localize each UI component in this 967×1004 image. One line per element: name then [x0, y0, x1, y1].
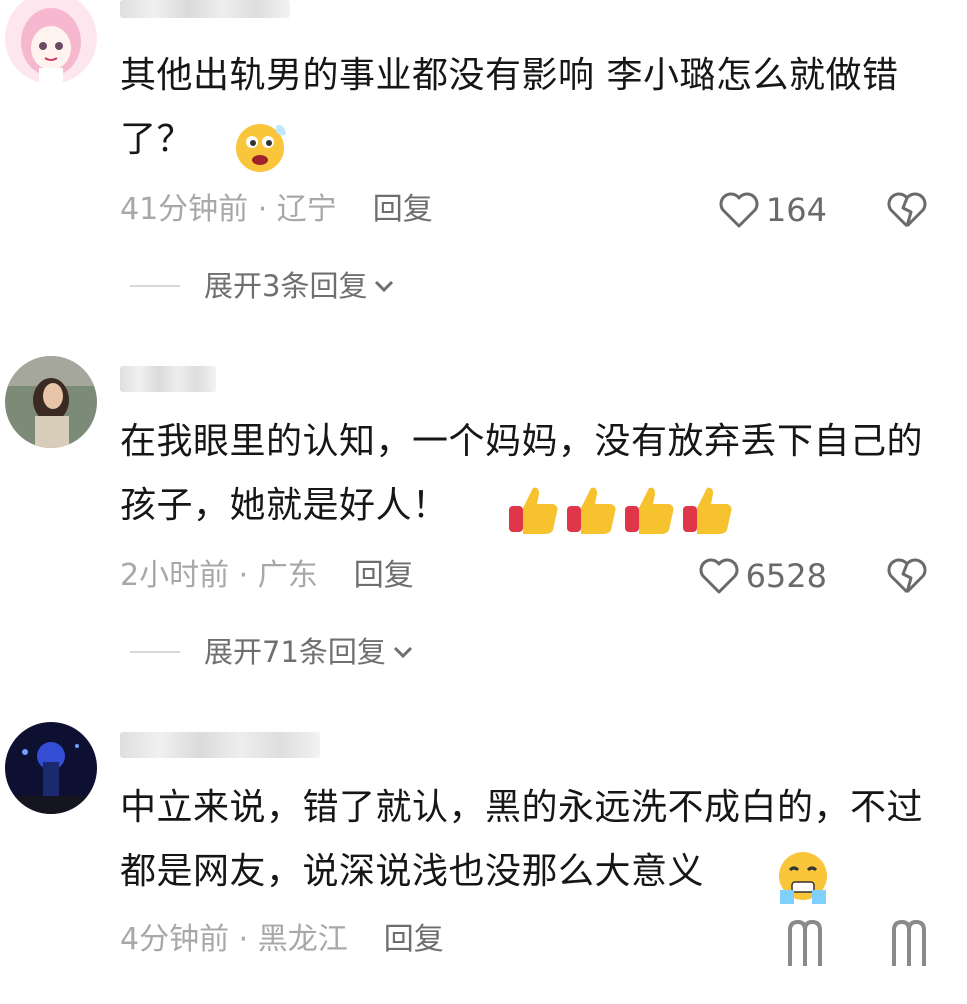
heart-icon [719, 192, 759, 228]
user-avatar[interactable] [5, 0, 97, 84]
user-avatar[interactable] [5, 356, 97, 448]
divider-line [130, 285, 180, 287]
username-blurred[interactable] [120, 366, 216, 392]
meta-separator: · [229, 558, 258, 593]
sweat-face-emoji-icon [232, 118, 294, 178]
thumbs-up-icon [509, 487, 558, 534]
like-button[interactable] [782, 918, 828, 968]
thumbs-up-icon [683, 487, 732, 534]
broken-heart-icon[interactable] [886, 556, 928, 596]
meta-separator: · [229, 922, 258, 957]
comment-location: 辽宁 [276, 192, 337, 227]
expand-replies-label: 展开71条回复 [204, 635, 386, 669]
heart-icon [788, 919, 822, 966]
expand-replies-button[interactable]: 展开3条回复 [130, 266, 397, 306]
comment-meta: 2小时前 · 广东 回复 [120, 556, 414, 596]
comment-time: 41分钟前 [120, 192, 249, 227]
expand-replies-button[interactable]: 展开71条回复 [130, 632, 416, 672]
thumbs-up-icon [567, 487, 616, 534]
comment-meta: 4分钟前 · 黑龙江 回复 [120, 920, 444, 960]
meta-separator: · [248, 192, 277, 227]
like-button[interactable]: 6528 [698, 556, 827, 596]
like-button[interactable]: 164 [718, 190, 827, 230]
comment-location: 黑龙江 [257, 922, 348, 957]
comment-meta: 41分钟前 · 辽宁 回复 [120, 190, 433, 230]
expand-replies-label: 展开3条回复 [204, 269, 368, 303]
night-city-avatar-icon [5, 722, 97, 814]
like-count: 164 [765, 191, 827, 229]
reply-button[interactable]: 回复 [354, 558, 414, 593]
divider-line [130, 651, 180, 653]
username-blurred[interactable] [120, 0, 290, 18]
reply-button[interactable]: 回复 [384, 922, 444, 957]
comment-time: 4分钟前 [120, 922, 230, 957]
user-avatar[interactable] [5, 722, 97, 814]
comment-location: 广东 [257, 558, 318, 593]
broken-heart-icon [892, 919, 926, 966]
like-count: 6528 [745, 557, 827, 595]
anime-girl-avatar-icon [5, 0, 97, 84]
comment-time: 2小时前 [120, 558, 230, 593]
dislike-button[interactable] [886, 918, 932, 968]
chevron-down-icon [393, 646, 412, 659]
sad-tears-emoji-icon [772, 848, 834, 910]
thumbs-up-emoji-group [505, 480, 737, 538]
woman-photo-avatar-icon [5, 356, 97, 448]
heart-icon [699, 558, 738, 594]
broken-heart-icon[interactable] [886, 190, 928, 230]
reply-button[interactable]: 回复 [373, 192, 433, 227]
thumbs-up-icon [625, 487, 674, 534]
username-blurred[interactable] [120, 732, 320, 758]
chevron-down-icon [375, 280, 394, 293]
